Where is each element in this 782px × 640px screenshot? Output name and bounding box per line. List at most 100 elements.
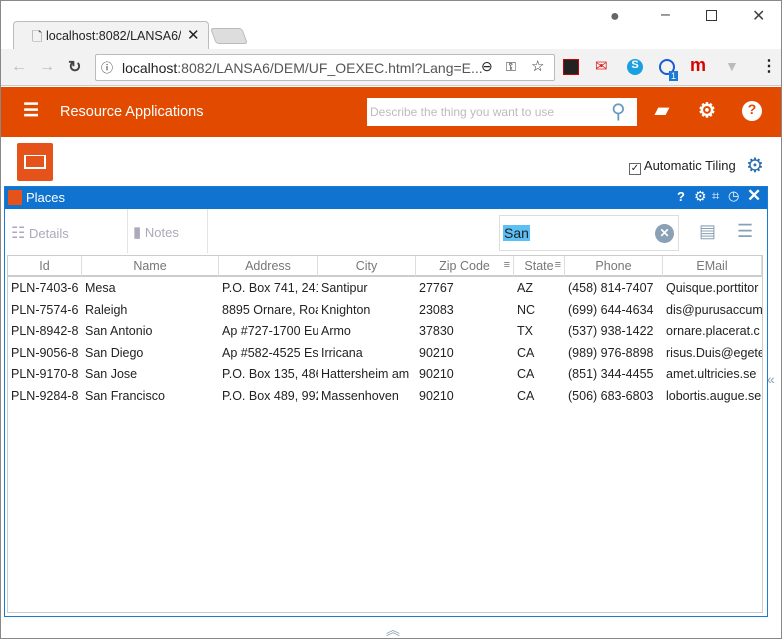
table-cell: San Francisco (85, 389, 165, 403)
search-value: San (503, 225, 530, 241)
column-header-state[interactable]: State ≡ (514, 256, 565, 277)
table-cell: P.O. Box 741, 241 (222, 281, 318, 295)
list-view-icon[interactable]: ▤ (699, 221, 716, 242)
reload-icon[interactable]: ↻ (68, 57, 81, 77)
close-tab-icon[interactable]: ✕ (187, 26, 200, 44)
table-row[interactable]: PLN-9056-8 San Diego Ap #582-4525 Es Irrica… (8, 343, 762, 365)
window-tile-icon[interactable]: ⌗ (712, 188, 719, 204)
hamburger-icon[interactable]: ☰ (23, 100, 39, 121)
table-cell: Quisque.porttitor (666, 281, 759, 295)
help-icon[interactable]: ? (742, 101, 762, 121)
factory-app-icon[interactable] (17, 143, 53, 181)
table-cell: Mesa (85, 281, 116, 295)
table-cell: PLN-7574-6 (11, 302, 79, 317)
tiling-label: Automatic Tiling (643, 158, 736, 173)
column-header-zip-code[interactable]: Zip Code ≡ (416, 256, 514, 277)
table-cell: (699) 644-4634 (568, 302, 654, 317)
table-cell: Santipur (321, 281, 368, 295)
info-icon[interactable]: ⓘ (101, 59, 113, 76)
table-cell: 90210 (419, 389, 454, 403)
column-header-address[interactable]: Address (219, 256, 318, 277)
places-grid: Id Name Address City Zip Code ≡ State ≡ Phone E… (7, 255, 763, 613)
filter-extension-icon[interactable]: ▼ (725, 58, 739, 74)
table-row[interactable]: PLN-7403-6 Mesa P.O. Box 741, 241 Santipur 2… (8, 278, 762, 300)
table-cell: 23083 (419, 302, 454, 317)
table-cell: P.O. Box 489, 992 (222, 389, 318, 403)
profile-icon[interactable]: ● (610, 8, 620, 26)
table-cell: Hattersheim am (321, 367, 410, 382)
table-cell: PLN-9284-8 (11, 389, 79, 403)
forward-icon[interactable]: → (39, 58, 55, 76)
column-header-name[interactable]: Name (82, 256, 219, 277)
column-header-phone[interactable]: Phone (565, 256, 663, 277)
table-cell: (458) 814-7407 (568, 281, 654, 295)
window-history-icon[interactable]: ◷ (728, 188, 739, 204)
details-icon: ☷ (11, 225, 26, 242)
minimize-button[interactable]: – (661, 6, 670, 24)
table-cell: TX (517, 324, 533, 339)
divider (207, 209, 208, 253)
table-cell: AZ (517, 281, 533, 295)
table-cell: Irricana (321, 345, 363, 360)
column-label: Id (39, 259, 50, 273)
column-header-id[interactable]: Id (8, 256, 82, 277)
app-title: Resource Applications (60, 104, 204, 120)
m-extension-icon[interactable]: m (690, 55, 706, 76)
notes-icon: ▮ (133, 224, 142, 241)
zoom-icon[interactable]: ⊖ (481, 58, 493, 75)
details-button[interactable]: ☷ Details (11, 223, 69, 243)
column-menu-icon[interactable]: ≡ (504, 259, 510, 271)
clear-search-icon[interactable]: ✕ (655, 224, 674, 243)
table-cell: (537) 938-1422 (568, 324, 654, 339)
table-cell: 90210 (419, 345, 454, 360)
table-cell: CA (517, 389, 535, 403)
notes-button[interactable]: ▮ Notes (133, 223, 179, 241)
back-icon[interactable]: ← (11, 58, 27, 76)
close-window-button[interactable]: ✕ (752, 6, 765, 26)
skype-extension-icon[interactable]: S (627, 59, 643, 75)
column-label: Phone (595, 259, 632, 273)
table-cell: 37830 (419, 324, 454, 339)
grid-search-input[interactable]: San ✕ (499, 215, 679, 251)
search-icon[interactable]: ⚲ (611, 99, 626, 124)
app-search-input[interactable]: Describe the thing you want to use (367, 98, 637, 126)
window-title-bar[interactable]: Places ? ⚙ ⌗ ◷ ✕ (5, 186, 767, 209)
maximize-button[interactable] (706, 10, 717, 21)
window-help-icon[interactable]: ? (677, 189, 685, 204)
table-row[interactable]: PLN-9170-8 San Jose P.O. Box 135, 486 Hatte… (8, 364, 762, 386)
table-cell: 27767 (419, 281, 454, 295)
new-tab-button[interactable] (210, 28, 248, 44)
column-menu-icon[interactable]: ≡ (555, 259, 561, 271)
card-view-icon[interactable]: ☰ (737, 221, 753, 242)
window-close-icon[interactable]: ✕ (747, 186, 761, 206)
mail-extension-icon[interactable]: ✉ (595, 57, 608, 75)
table-cell: San Diego (85, 345, 144, 360)
table-row[interactable]: PLN-9284-8 San Francisco P.O. Box 489, 992… (8, 386, 762, 408)
column-header-email[interactable]: EMail (663, 256, 762, 277)
gear-icon[interactable]: ⚙ (698, 98, 716, 123)
menu-icon[interactable]: ⋮ (761, 56, 777, 76)
divider (127, 209, 128, 253)
url-host: localhost (122, 60, 178, 76)
tiling-settings-icon[interactable]: ⚙ (746, 153, 764, 178)
cards-icon[interactable]: ▰ (655, 100, 669, 121)
table-cell: San Jose (85, 367, 138, 382)
table-cell: PLN-7403-6 (11, 281, 79, 295)
column-label: State (524, 259, 554, 273)
window-settings-icon[interactable]: ⚙ (694, 188, 707, 205)
key-icon[interactable]: ⚿ (506, 59, 516, 75)
expand-side-icon[interactable]: « (767, 371, 775, 387)
expand-bottom-icon[interactable]: ︽ (386, 620, 400, 640)
tab-title: localhost:8082/LANSA6/DEM/UF_OEXEC.html?… (46, 29, 181, 43)
bookmark-star-icon[interactable]: ☆ (531, 57, 544, 75)
table-cell: risus.Duis@egete (666, 345, 762, 360)
table-row[interactable]: PLN-8942-8 San Antonio Ap #727-1700 Eu Armo… (8, 321, 762, 343)
table-cell: Raleigh (85, 302, 128, 317)
table-cell: PLN-8942-8 (11, 324, 79, 339)
column-header-city[interactable]: City (318, 256, 416, 277)
table-cell: CA (517, 367, 535, 382)
pdf-extension-icon[interactable] (563, 59, 579, 75)
automatic-tiling-checkbox[interactable]: ✓ Automatic Tiling (629, 158, 736, 175)
window-title: Places (26, 190, 66, 205)
table-row[interactable]: PLN-7574-6 Raleigh 8895 Ornare, Roa Knighto… (8, 300, 762, 322)
